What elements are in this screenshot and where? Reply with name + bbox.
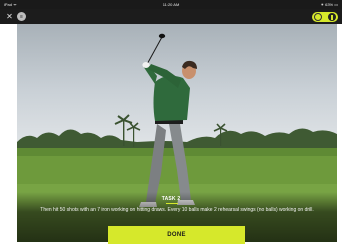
close-icon[interactable]: ✕ [5, 12, 14, 21]
menu-icon[interactable]: ≡ [17, 12, 26, 21]
toggle-option-off[interactable] [314, 13, 322, 21]
status-battery: ⁕ 63% ▭ [320, 2, 338, 7]
status-time: 11:20 AM [162, 2, 180, 7]
task-description: Then hit 50 shots with an 7 iron working… [40, 207, 314, 213]
status-bar: iPad ᯤ 11:20 AM ⁕ 63% ▭ [0, 0, 342, 9]
toggle-icon[interactable] [312, 12, 338, 22]
task-label-underline [166, 203, 178, 204]
done-button[interactable]: DONE [108, 226, 245, 244]
task-label: TASK 2 [161, 196, 181, 202]
toggle-option-on[interactable] [328, 13, 336, 21]
app-top-bar: ✕ ≡ [0, 9, 342, 24]
golf-drill-screen: iPad ᯤ 11:20 AM ⁕ 63% ▭ ✕ ≡ TASK 2 Then … [0, 0, 342, 247]
